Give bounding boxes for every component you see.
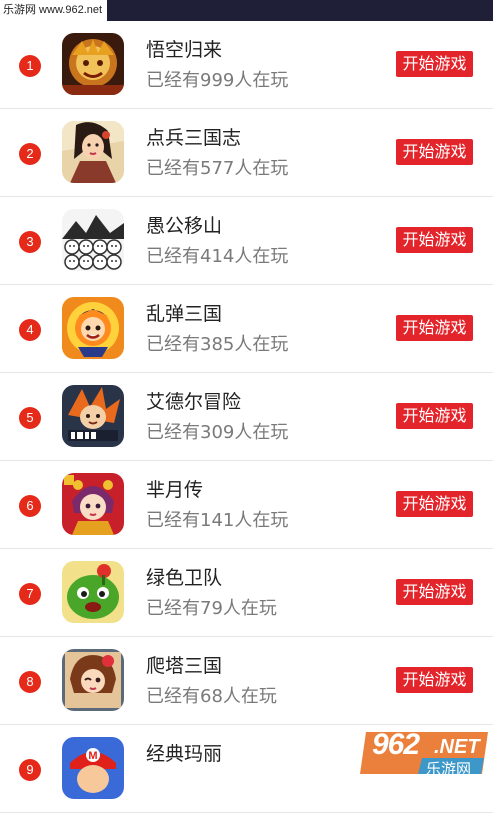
- game-title: 经典玛丽: [146, 743, 223, 765]
- start-game-button[interactable]: 开始游戏: [396, 579, 473, 605]
- start-game-button[interactable]: 开始游戏: [396, 491, 473, 517]
- game-ranking-list: 1 悟空归来 已经有999人在玩 开始游戏 2 点兵三国志 已经有577人在玩 …: [0, 21, 493, 813]
- player-count: 已经有79人在玩: [146, 598, 277, 619]
- player-count: 已经有414人在玩: [146, 246, 289, 267]
- warrior-woman-icon[interactable]: [62, 121, 124, 183]
- start-game-button[interactable]: 开始游戏: [396, 667, 473, 693]
- game-title: 点兵三国志: [146, 127, 242, 149]
- start-game-button[interactable]: 开始游戏: [396, 315, 473, 341]
- player-count: 已经有385人在玩: [146, 334, 289, 355]
- fire-hero-icon[interactable]: [62, 297, 124, 359]
- rank-badge: 2: [19, 143, 41, 165]
- list-item[interactable]: 7 绿色卫队 已经有79人在玩 开始游戏: [0, 549, 493, 637]
- mi-yue-icon[interactable]: [62, 473, 124, 535]
- watermark-top: 乐游网 www.962.net: [0, 0, 108, 21]
- svg-text:M: M: [88, 750, 97, 762]
- watermark-bottom: 962 .NET 乐游网: [360, 728, 493, 779]
- rank-badge: 8: [19, 671, 41, 693]
- start-game-button[interactable]: 开始游戏: [396, 51, 473, 77]
- start-game-button[interactable]: 开始游戏: [396, 227, 473, 253]
- start-game-button[interactable]: 开始游戏: [396, 139, 473, 165]
- list-item[interactable]: 3 愚公移山 已经有414人在玩 开始游戏: [0, 197, 493, 285]
- list-item[interactable]: 1 悟空归来 已经有999人在玩 开始游戏: [0, 21, 493, 109]
- watermark-number: 962: [372, 728, 420, 761]
- rank-badge: 6: [19, 495, 41, 517]
- list-item[interactable]: 5 艾德尔冒险 已经有309人在玩 开始游戏: [0, 373, 493, 461]
- player-count: 已经有309人在玩: [146, 422, 289, 443]
- game-title: 爬塔三国: [146, 655, 223, 677]
- rank-badge: 9: [19, 759, 41, 781]
- game-title: 芈月传: [146, 479, 204, 501]
- list-item[interactable]: 2 点兵三国志 已经有577人在玩 开始游戏: [0, 109, 493, 197]
- list-item[interactable]: 6 芈月传 已经有141人在玩 开始游戏: [0, 461, 493, 549]
- player-count: 已经有577人在玩: [146, 158, 289, 179]
- player-count: 已经有999人在玩: [146, 70, 289, 91]
- rank-badge: 5: [19, 407, 41, 429]
- watermark-net: .NET: [434, 736, 480, 758]
- green-monster-icon[interactable]: [62, 561, 124, 623]
- player-count: 已经有141人在玩: [146, 510, 289, 531]
- player-count: 已经有68人在玩: [146, 686, 277, 707]
- game-title: 愚公移山: [146, 215, 223, 237]
- rank-badge: 3: [19, 231, 41, 253]
- monkey-king-icon[interactable]: [62, 33, 124, 95]
- top-status-bar: 乐游网 www.962.net: [0, 0, 493, 21]
- game-title: 艾德尔冒险: [146, 391, 242, 413]
- mountain-faces-icon[interactable]: [62, 209, 124, 271]
- mario-icon[interactable]: M: [62, 737, 124, 799]
- list-item[interactable]: 4 乱弹三国 已经有385人在玩 开始游戏: [0, 285, 493, 373]
- game-title: 乱弹三国: [146, 303, 223, 325]
- rank-badge: 1: [19, 55, 41, 77]
- start-game-button[interactable]: 开始游戏: [396, 403, 473, 429]
- game-title: 悟空归来: [146, 39, 223, 61]
- game-title: 绿色卫队: [146, 567, 223, 589]
- tower-girl-icon[interactable]: [62, 649, 124, 711]
- rank-badge: 4: [19, 319, 41, 341]
- idle-adventure-icon[interactable]: [62, 385, 124, 447]
- rank-badge: 7: [19, 583, 41, 605]
- watermark-cn: 乐游网: [426, 760, 472, 778]
- list-item[interactable]: 8 爬塔三国 已经有68人在玩 开始游戏: [0, 637, 493, 725]
